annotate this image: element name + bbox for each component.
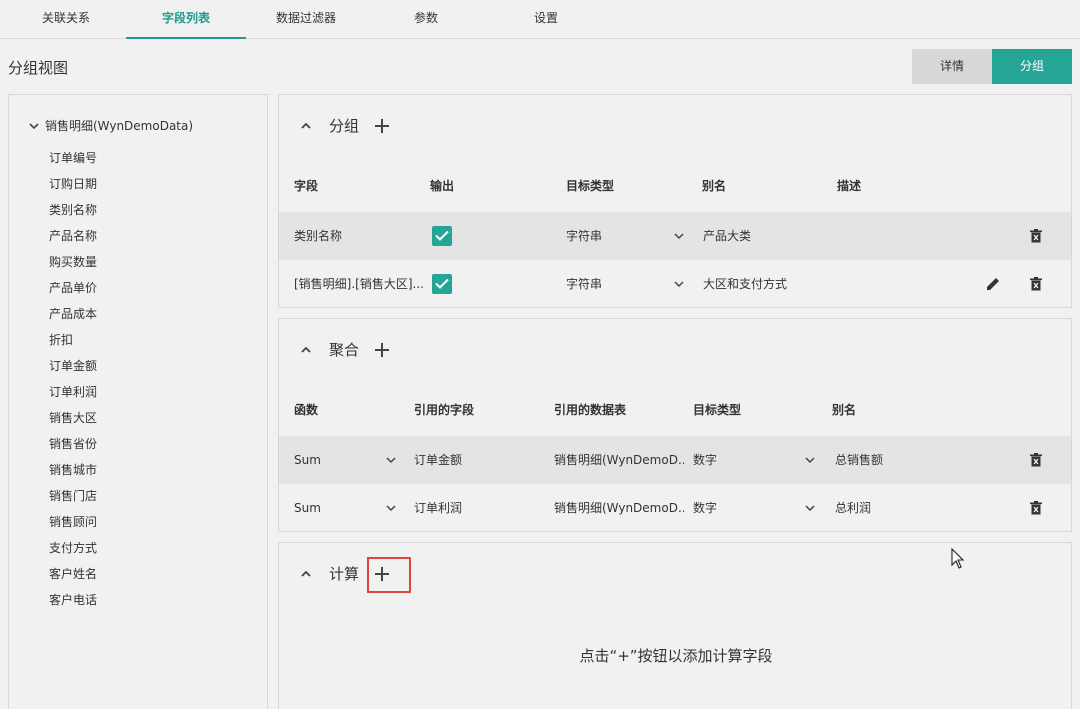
- detail-view-button[interactable]: 详情: [912, 49, 992, 84]
- alias-cell[interactable]: 大区和支付方式: [703, 260, 787, 308]
- tree-field-item[interactable]: 销售门店: [49, 487, 97, 504]
- aggregate-section-title: 聚合: [329, 341, 360, 359]
- target-type-select[interactable]: 字符串: [566, 260, 602, 308]
- group-view-button[interactable]: 分组: [992, 49, 1072, 84]
- tree-field-item[interactable]: 类别名称: [49, 201, 97, 218]
- tree-field-item[interactable]: 销售大区: [49, 409, 97, 426]
- tab-settings[interactable]: 设置: [486, 0, 606, 39]
- collapse-caret-icon[interactable]: [299, 343, 313, 357]
- target-type-select[interactable]: 数字: [693, 436, 717, 484]
- ref-table-cell[interactable]: 销售明细(WynDemoD...: [554, 436, 684, 484]
- tree-field-item[interactable]: 订购日期: [49, 175, 97, 192]
- table-row[interactable]: Sum 订单金额 销售明细(WynDemoD... 数字 总销售额: [279, 436, 1071, 484]
- col-header-desc: 描述: [837, 179, 862, 193]
- field-tree-panel: 销售明细(WynDemoData) 订单编号订购日期类别名称产品名称购买数量产品…: [8, 94, 268, 709]
- tree-field-item[interactable]: 折扣: [49, 331, 73, 348]
- table-row[interactable]: [销售明细].[销售大区]... 字符串 大区和支付方式: [279, 260, 1071, 308]
- field-cell: [销售明细].[销售大区]...: [294, 277, 424, 291]
- chevron-down-icon[interactable]: [674, 279, 684, 289]
- add-group-button[interactable]: [373, 117, 391, 135]
- trash-icon[interactable]: [1030, 277, 1042, 291]
- tree-field-item[interactable]: 订单编号: [49, 149, 97, 166]
- chevron-down-icon[interactable]: [29, 119, 41, 133]
- func-select[interactable]: Sum: [294, 436, 321, 484]
- tree-field-item[interactable]: 产品单价: [49, 279, 97, 296]
- tree-field-item[interactable]: 产品名称: [49, 227, 97, 244]
- alias-cell[interactable]: 总销售额: [835, 436, 883, 484]
- aggregate-section: 聚合 函数 引用的字段 引用的数据表 目标类型 别名 Sum 订单金额 销售明细…: [278, 318, 1072, 532]
- tree-field-item[interactable]: 客户电话: [49, 591, 97, 608]
- mouse-cursor-icon: [951, 548, 965, 569]
- col-header-output: 输出: [430, 179, 455, 193]
- col-header-func: 函数: [294, 403, 319, 417]
- col-header-target-type: 目标类型: [566, 179, 615, 193]
- table-row[interactable]: 类别名称 字符串 产品大类: [279, 212, 1071, 260]
- pencil-icon[interactable]: [986, 277, 1000, 291]
- calculation-section-title: 计算: [329, 565, 360, 583]
- alias-cell[interactable]: 总利润: [835, 484, 871, 532]
- col-header-target-type: 目标类型: [693, 403, 742, 417]
- col-header-field: 字段: [294, 179, 319, 193]
- chevron-down-icon[interactable]: [386, 503, 396, 513]
- output-checkbox[interactable]: [432, 274, 452, 294]
- tree-field-item[interactable]: 购买数量: [49, 253, 97, 270]
- tree-field-item[interactable]: 客户姓名: [49, 565, 97, 582]
- field-cell: 类别名称: [294, 229, 343, 243]
- chevron-down-icon[interactable]: [805, 455, 815, 465]
- tree-field-item[interactable]: 销售省份: [49, 435, 97, 452]
- tree-root-label: 销售明细(WynDemoData): [45, 119, 194, 133]
- col-header-ref-field: 引用的字段: [414, 403, 475, 417]
- tree-root-node[interactable]: 销售明细(WynDemoData): [29, 117, 193, 134]
- chevron-down-icon[interactable]: [386, 455, 396, 465]
- highlight-annotation: [367, 557, 411, 593]
- alias-cell[interactable]: 产品大类: [703, 212, 751, 260]
- ref-table-cell[interactable]: 销售明细(WynDemoD...: [554, 484, 684, 532]
- ref-field-cell[interactable]: 订单利润: [414, 484, 462, 532]
- collapse-caret-icon[interactable]: [299, 119, 313, 133]
- output-checkbox[interactable]: [432, 226, 452, 246]
- chevron-down-icon[interactable]: [805, 503, 815, 513]
- ref-field-cell[interactable]: 订单金额: [414, 436, 462, 484]
- top-tab-bar: 关联关系 字段列表 数据过滤器 参数 设置: [0, 0, 1080, 39]
- col-header-alias: 别名: [832, 403, 857, 417]
- tree-field-item[interactable]: 产品成本: [49, 305, 97, 322]
- tab-field-list[interactable]: 字段列表: [126, 0, 246, 39]
- page-title: 分组视图: [8, 59, 69, 77]
- collapse-caret-icon[interactable]: [299, 567, 313, 581]
- target-type-select[interactable]: 字符串: [566, 212, 602, 260]
- tree-field-item[interactable]: 订单利润: [49, 383, 97, 400]
- group-section-title: 分组: [329, 117, 360, 135]
- tree-field-item[interactable]: 订单金额: [49, 357, 97, 374]
- tab-parameters[interactable]: 参数: [366, 0, 486, 39]
- trash-icon[interactable]: [1030, 229, 1042, 243]
- func-select[interactable]: Sum: [294, 484, 321, 532]
- tab-data-filter[interactable]: 数据过滤器: [246, 0, 366, 39]
- tree-field-item[interactable]: 销售顾问: [49, 513, 97, 530]
- col-header-ref-table: 引用的数据表: [554, 403, 627, 417]
- add-aggregate-button[interactable]: [373, 341, 391, 359]
- trash-icon[interactable]: [1030, 453, 1042, 467]
- group-section: 分组 字段 输出 目标类型 别名 描述 类别名称 字符串 产品大类 [销售明细]…: [278, 94, 1072, 308]
- table-row[interactable]: Sum 订单利润 销售明细(WynDemoD... 数字 总利润: [279, 484, 1071, 532]
- trash-icon[interactable]: [1030, 501, 1042, 515]
- empty-hint-text: 点击“+”按钮以添加计算字段: [579, 647, 773, 665]
- tree-field-item[interactable]: 销售城市: [49, 461, 97, 478]
- col-header-alias: 别名: [702, 179, 727, 193]
- tree-field-item[interactable]: 支付方式: [49, 539, 97, 556]
- chevron-down-icon[interactable]: [674, 231, 684, 241]
- tab-relations[interactable]: 关联关系: [6, 0, 126, 39]
- target-type-select[interactable]: 数字: [693, 484, 717, 532]
